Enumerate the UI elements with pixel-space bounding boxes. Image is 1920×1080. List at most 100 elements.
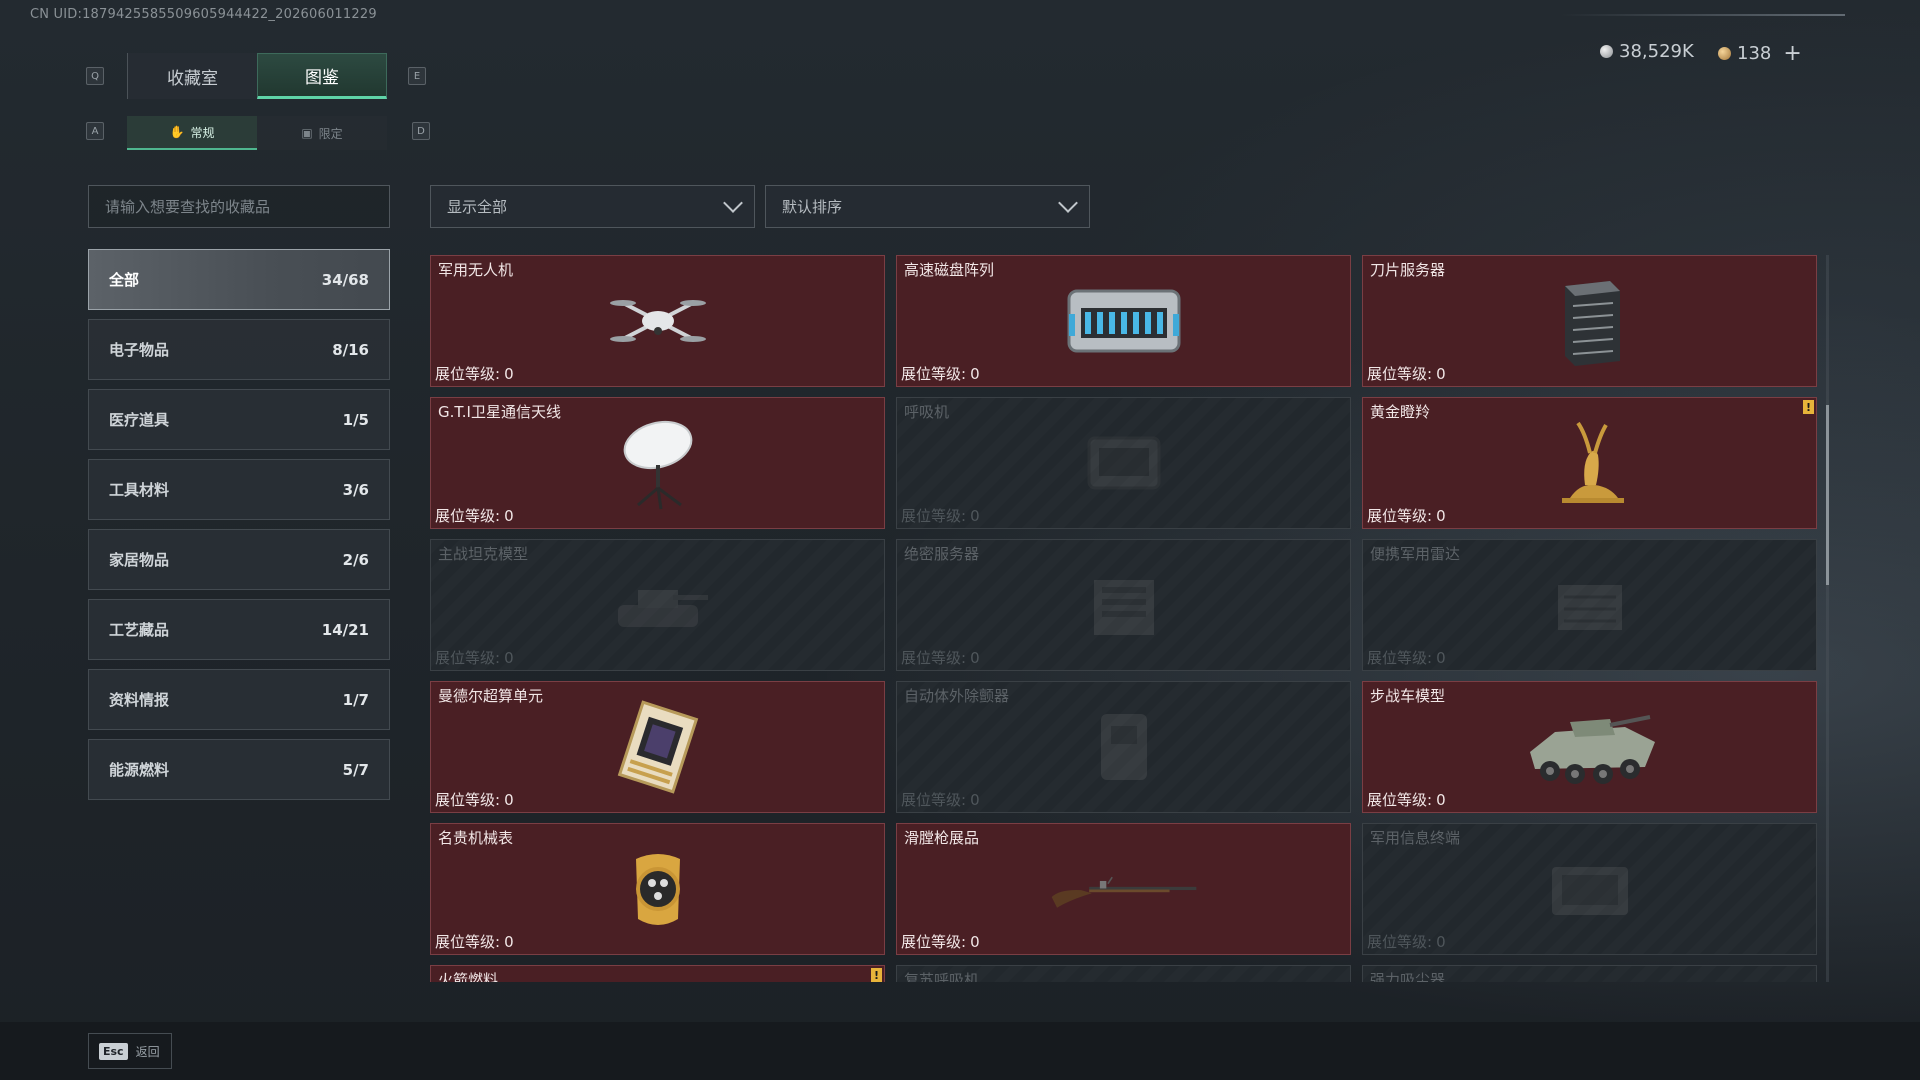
- item-name: 高速磁盘阵列: [904, 261, 995, 279]
- item-level-value: 0: [970, 507, 980, 525]
- item-card[interactable]: 强力吸尘器展位等级:: [1362, 965, 1817, 982]
- ventilator-icon: [1049, 413, 1199, 513]
- scrollbar-track[interactable]: [1826, 255, 1829, 982]
- footer-bar: [0, 1022, 1920, 1080]
- item-level-label: 展位等级:: [1367, 649, 1433, 667]
- add-currency-button[interactable]: +: [1783, 41, 1801, 66]
- chevron-down-icon: [723, 192, 743, 213]
- item-card[interactable]: 军用无人机 展位等级: 0: [430, 255, 885, 387]
- filter-dropdown[interactable]: 显示全部: [430, 185, 755, 228]
- item-name: 呼吸机: [904, 403, 950, 421]
- item-level: 展位等级: 0: [1367, 647, 1446, 668]
- scrollbar-thumb[interactable]: [1826, 405, 1829, 585]
- new-badge-icon: !: [1803, 400, 1814, 414]
- item-card[interactable]: 军用信息终端 展位等级: 0: [1362, 823, 1817, 955]
- tab-collection-room[interactable]: 收藏室: [127, 53, 257, 99]
- tab-codex[interactable]: 图鉴: [257, 53, 387, 99]
- item-name: 绝密服务器: [904, 545, 980, 563]
- key-hint-next-tab[interactable]: E: [408, 67, 426, 85]
- item-card[interactable]: 滑膛枪展品 展位等级: 0: [896, 823, 1351, 955]
- item-level: 展位等级: 0: [435, 789, 514, 810]
- hand-icon: ✋: [169, 125, 185, 139]
- radar-icon: [1515, 555, 1665, 655]
- category-count: 34/68: [321, 270, 369, 289]
- category-label: 电子物品: [109, 341, 170, 359]
- golden-gazelle-icon: [1515, 413, 1665, 513]
- item-name: 名贵机械表: [438, 829, 514, 847]
- key-hint-prev-tab[interactable]: Q: [86, 67, 104, 85]
- item-level: 展位等级: 0: [1367, 931, 1446, 952]
- item-level-value: 0: [1436, 507, 1446, 525]
- back-button[interactable]: Esc 返回: [88, 1033, 172, 1069]
- item-name: 强力吸尘器: [1370, 971, 1446, 982]
- item-name: 曼德尔超算单元: [438, 687, 544, 705]
- gold-coin-icon: [1718, 47, 1731, 60]
- item-card[interactable]: 名贵机械表 展位等级: 0: [430, 823, 885, 955]
- esc-key-icon: Esc: [99, 1042, 128, 1060]
- main-tabs: 收藏室 图鉴: [127, 53, 387, 99]
- secret-server-icon: [1049, 555, 1199, 655]
- sort-dropdown[interactable]: 默认排序: [765, 185, 1090, 228]
- category-list: 全部 34/68 电子物品 8/16 医疗道具 1/5 工具材料 3/6 家居物…: [88, 249, 390, 809]
- item-card[interactable]: 步战车模型 展位等级: 0: [1362, 681, 1817, 813]
- item-level-label: 展位等级:: [435, 365, 501, 383]
- item-level: 展位等级: 0: [901, 931, 980, 952]
- category-electronics[interactable]: 电子物品 8/16: [88, 319, 390, 380]
- category-intel[interactable]: 资料情报 1/7: [88, 669, 390, 730]
- item-level-value: 0: [1436, 649, 1446, 667]
- category-tools[interactable]: 工具材料 3/6: [88, 459, 390, 520]
- item-card[interactable]: 自动体外除颤器 展位等级: 0: [896, 681, 1351, 813]
- image-icon: ▣: [301, 126, 313, 140]
- satellite-antenna-icon: [583, 413, 733, 513]
- category-label: 全部: [109, 271, 140, 289]
- category-all[interactable]: 全部 34/68: [88, 249, 390, 310]
- category-crafts[interactable]: 工艺藏品 14/21: [88, 599, 390, 660]
- key-hint-prev-subtab[interactable]: A: [86, 122, 104, 140]
- item-card[interactable]: 高速磁盘阵列 展位等级: 0: [896, 255, 1351, 387]
- disk-array-icon: [1049, 271, 1199, 371]
- category-household[interactable]: 家居物品 2/6: [88, 529, 390, 590]
- item-level-label: 展位等级:: [901, 507, 967, 525]
- rocket-fuel-icon: [583, 981, 733, 982]
- item-card[interactable]: G.T.I卫星通信天线 展位等级: 0: [430, 397, 885, 529]
- category-label: 资料情报: [109, 691, 170, 709]
- defibrillator-icon: [1049, 697, 1199, 797]
- sort-dropdown-value: 默认排序: [782, 198, 843, 216]
- item-card[interactable]: 呼吸机展位等级: 0: [896, 397, 1351, 529]
- item-name: 复苏呼吸机: [904, 971, 980, 982]
- uid-label: CN UID:1879425585509605944422_2026060112…: [30, 7, 377, 22]
- item-card[interactable]: 黄金瞪羚 展位等级: 0!: [1362, 397, 1817, 529]
- item-card[interactable]: 复苏呼吸机展位等级:: [896, 965, 1351, 982]
- top-divider: [1560, 14, 1845, 16]
- item-level-value: 0: [970, 933, 980, 951]
- item-name: 军用信息终端: [1370, 829, 1461, 847]
- item-name: 黄金瞪羚: [1370, 403, 1431, 421]
- item-level-value: 0: [504, 791, 514, 809]
- item-level-label: 展位等级:: [435, 649, 501, 667]
- category-label: 能源燃料: [109, 761, 170, 779]
- key-hint-next-subtab[interactable]: D: [412, 122, 430, 140]
- gold-amount: 138: [1737, 43, 1772, 64]
- silver-currency: 38,529K: [1600, 41, 1694, 62]
- item-level: 展位等级: 0: [901, 505, 980, 526]
- category-energy[interactable]: 能源燃料 5/7: [88, 739, 390, 800]
- category-medical[interactable]: 医疗道具 1/5: [88, 389, 390, 450]
- subtab-limited[interactable]: ▣ 限定: [257, 116, 387, 150]
- subtab-regular-label: 常规: [190, 125, 215, 140]
- item-card[interactable]: 绝密服务器 展位等级: 0: [896, 539, 1351, 671]
- gold-currency: 138 +: [1718, 41, 1802, 66]
- item-name: G.T.I卫星通信天线: [438, 403, 561, 421]
- item-level: 展位等级: 0: [1367, 789, 1446, 810]
- respirator-icon: [1049, 981, 1199, 982]
- search-input[interactable]: 请输入想要查找的收藏品: [88, 185, 390, 228]
- item-card[interactable]: 火箭燃料展位等级:!: [430, 965, 885, 982]
- item-card[interactable]: 刀片服务器 展位等级: 0: [1362, 255, 1817, 387]
- item-level-value: 0: [970, 791, 980, 809]
- item-card[interactable]: 曼德尔超算单元 展位等级: 0: [430, 681, 885, 813]
- chevron-down-icon: [1058, 192, 1078, 213]
- category-count: 2/6: [342, 550, 369, 569]
- item-name: 火箭燃料: [438, 971, 499, 982]
- item-card[interactable]: 便携军用雷达 展位等级: 0: [1362, 539, 1817, 671]
- item-card[interactable]: 主战坦克模型 展位等级: 0: [430, 539, 885, 671]
- subtab-regular[interactable]: ✋ 常规: [127, 116, 257, 150]
